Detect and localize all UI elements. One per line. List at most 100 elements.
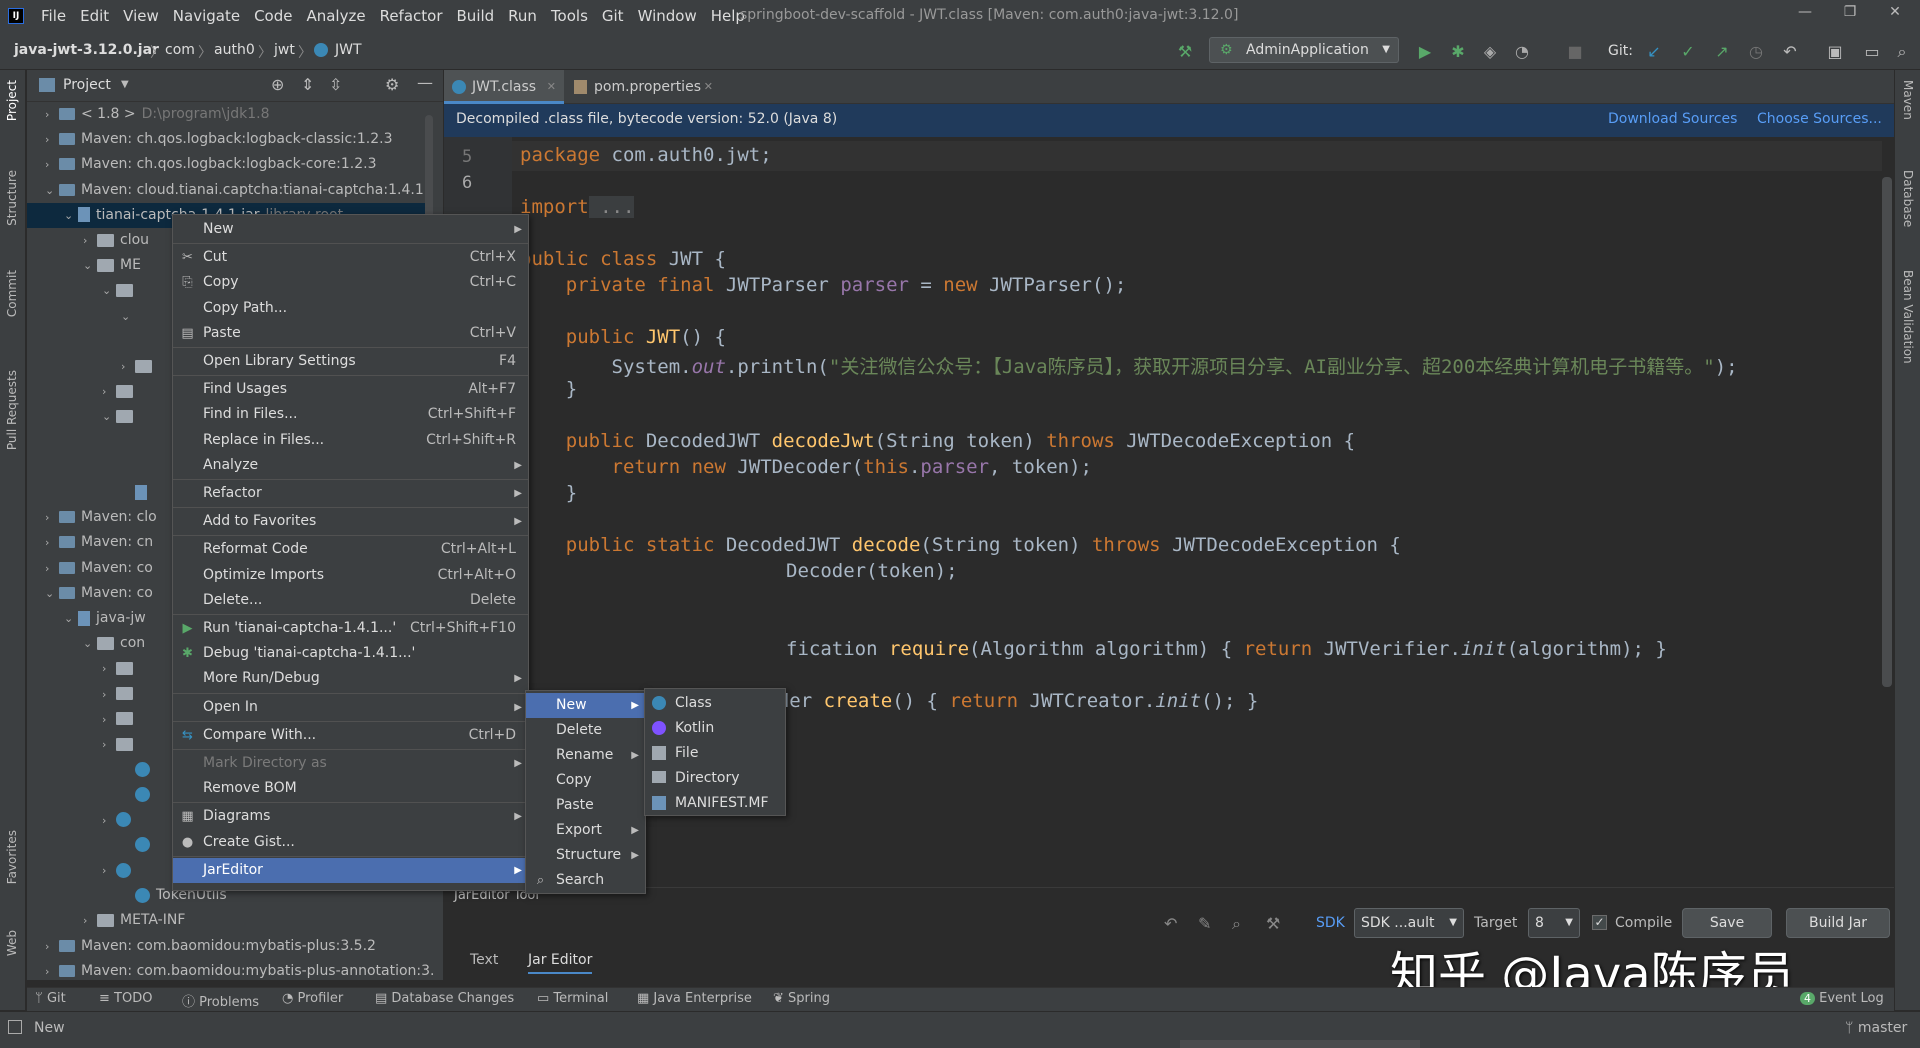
menu-item-reformat-code[interactable]: Reformat Code Ctrl+Alt+L: [173, 537, 528, 562]
tree-row[interactable]: ›: [102, 732, 139, 757]
target-select[interactable]: 8 ▼: [1528, 908, 1580, 938]
tab-terminal[interactable]: ▭ Terminal: [537, 991, 608, 1006]
run-configuration-select[interactable]: ⚙ AdminApplication ▼: [1209, 37, 1399, 63]
menu-item-compare-with[interactable]: ⇆ Compare With... Ctrl+D: [173, 723, 528, 748]
menu-item-run-tianai-captcha-1-4-1[interactable]: ▶ Run 'tianai-captcha-1.4.1...' Ctrl+Shift…: [173, 616, 528, 641]
menu-run[interactable]: Run: [501, 7, 544, 25]
tab-profiler[interactable]: ◔ Profiler: [282, 991, 343, 1006]
coverage-icon[interactable]: ◈: [1480, 42, 1500, 62]
tab-favorites[interactable]: Favorites: [5, 830, 19, 884]
breadcrumb-class[interactable]: JWT: [335, 42, 362, 58]
menu-item-replace-in-files[interactable]: Replace in Files... Ctrl+Shift+R: [173, 428, 528, 453]
tree-row[interactable]: › Maven: com.baomidou:mybatis-plus:3.5.2: [45, 934, 376, 959]
project-view-title[interactable]: Project: [63, 77, 111, 93]
editor-scrollbar[interactable]: [1882, 177, 1892, 687]
submenu-item-copy[interactable]: Copy: [526, 768, 645, 793]
run-icon[interactable]: ▶: [1415, 42, 1435, 62]
git-rollback-icon[interactable]: ↶: [1780, 42, 1800, 62]
tab-web[interactable]: Web: [5, 930, 19, 956]
status-panel-icon[interactable]: [8, 1020, 22, 1034]
chevron-right-icon[interactable]: ›: [45, 959, 59, 984]
tree-row[interactable]: ›: [121, 354, 158, 379]
chevron-down-icon[interactable]: ⌄: [121, 304, 135, 329]
tree-row[interactable]: ⌄ Maven: co: [45, 581, 153, 606]
tree-row[interactable]: ›: [102, 379, 139, 404]
submenu-item-file[interactable]: File: [645, 741, 785, 766]
collapse-all-icon[interactable]: ⇳: [329, 75, 342, 94]
menu-item-new[interactable]: New ▶: [173, 217, 528, 242]
gear-icon[interactable]: ⚙: [385, 75, 399, 94]
menu-refactor[interactable]: Refactor: [373, 7, 450, 25]
tree-row[interactable]: [102, 430, 116, 455]
presentation-icon[interactable]: ▭: [1862, 42, 1882, 62]
chevron-right-icon[interactable]: ›: [45, 102, 59, 127]
menu-item-refactor[interactable]: Refactor ▶: [173, 481, 528, 506]
menu-item-open-library-settings[interactable]: Open Library Settings F4: [173, 349, 528, 374]
close-icon[interactable]: ✕: [547, 70, 556, 104]
download-sources-link[interactable]: Download Sources: [1608, 111, 1737, 127]
tab-problems[interactable]: ⓘ Problems: [182, 991, 259, 1010]
menu-item-remove-bom[interactable]: Remove BOM: [173, 776, 528, 801]
submenu-item-search[interactable]: ⌕ Search: [526, 868, 645, 893]
choose-sources-link[interactable]: Choose Sources...: [1757, 111, 1882, 127]
git-push-icon[interactable]: ↗: [1712, 42, 1732, 62]
submenu-item-manifest-mf[interactable]: MANIFEST.MF: [645, 791, 785, 816]
tree-row[interactable]: › Maven: co: [45, 556, 153, 581]
hide-panel-icon[interactable]: —: [417, 73, 433, 92]
menu-edit[interactable]: Edit: [73, 7, 116, 25]
submenu-item-class[interactable]: Class: [645, 691, 785, 716]
tree-row[interactable]: ⌄ ME: [83, 253, 141, 278]
tree-row[interactable]: [121, 480, 153, 505]
menu-item-paste[interactable]: ▤ Paste Ctrl+V: [173, 321, 528, 346]
tab-commit[interactable]: Commit: [5, 270, 19, 317]
folded-imports[interactable]: ...: [588, 196, 635, 218]
undo-icon[interactable]: ↶: [1164, 914, 1177, 933]
menu-item-optimize-imports[interactable]: Optimize Imports Ctrl+Alt+O: [173, 563, 528, 588]
chevron-right-icon[interactable]: ›: [45, 505, 59, 530]
menu-item-more-run-debug[interactable]: More Run/Debug ▶: [173, 666, 528, 691]
build-hammer-icon[interactable]: ⚒: [1175, 42, 1195, 62]
chevron-right-icon[interactable]: ›: [45, 934, 59, 959]
tree-row[interactable]: [121, 782, 156, 807]
tree-row[interactable]: › Maven: ch.qos.logback:logback-classic:1…: [45, 127, 393, 152]
menu-item-cut[interactable]: ✂ Cut Ctrl+X: [173, 245, 528, 270]
chevron-down-icon[interactable]: ⌄: [83, 253, 97, 278]
menu-item-find-in-files[interactable]: Find in Files... Ctrl+Shift+F: [173, 402, 528, 427]
breadcrumb-com[interactable]: com: [165, 42, 195, 58]
tree-row[interactable]: ⌄ Maven: cloud.tianai.captcha:tianai-capt…: [45, 178, 424, 203]
tree-row[interactable]: [121, 757, 156, 782]
tab-spring[interactable]: ❦ Spring: [773, 991, 830, 1006]
tab-database-changes[interactable]: ▤ Database Changes: [375, 991, 514, 1006]
build-jar-button[interactable]: Build Jar: [1786, 908, 1890, 938]
tree-row[interactable]: [121, 833, 156, 858]
menu-item-analyze[interactable]: Analyze ▶: [173, 453, 528, 478]
tab-jwt-class[interactable]: JWT.class ✕: [444, 70, 564, 104]
menu-tools[interactable]: Tools: [544, 7, 595, 25]
chevron-down-icon[interactable]: ⌄: [102, 278, 116, 303]
chevron-right-icon[interactable]: ›: [121, 354, 135, 379]
tree-row[interactable]: ⌄: [102, 404, 139, 429]
tree-row[interactable]: [121, 329, 135, 354]
chevron-right-icon[interactable]: ›: [45, 152, 59, 177]
event-log-button[interactable]: 4 Event Log: [1800, 991, 1884, 1006]
save-button[interactable]: Save: [1682, 908, 1772, 938]
chevron-right-icon[interactable]: ›: [102, 858, 116, 883]
chevron-down-icon[interactable]: ⌄: [45, 178, 59, 203]
git-update-icon[interactable]: ↙: [1644, 42, 1664, 62]
tree-row[interactable]: › META-INF: [83, 908, 185, 933]
tree-row[interactable]: ›: [102, 808, 137, 833]
tree-row[interactable]: ›: [102, 858, 137, 883]
restore-icon[interactable]: ❐: [1830, 4, 1870, 20]
profile-icon[interactable]: ◔: [1512, 42, 1532, 62]
git-branch-widget[interactable]: ᛘ master: [1845, 1020, 1907, 1036]
close-window-icon[interactable]: ✕: [1875, 4, 1915, 20]
tab-todo[interactable]: ≡ TODO: [99, 991, 152, 1006]
submenu-item-delete[interactable]: Delete: [526, 718, 645, 743]
tab-structure[interactable]: Structure: [5, 170, 19, 226]
chevron-down-icon[interactable]: ⌄: [102, 404, 116, 429]
submenu-item-rename[interactable]: Rename ▶: [526, 743, 645, 768]
menu-item-open-in[interactable]: Open In ▶: [173, 695, 528, 720]
chevron-right-icon[interactable]: ›: [102, 732, 116, 757]
tab-project[interactable]: Project: [5, 80, 19, 121]
tree-row[interactable]: ›: [102, 682, 139, 707]
